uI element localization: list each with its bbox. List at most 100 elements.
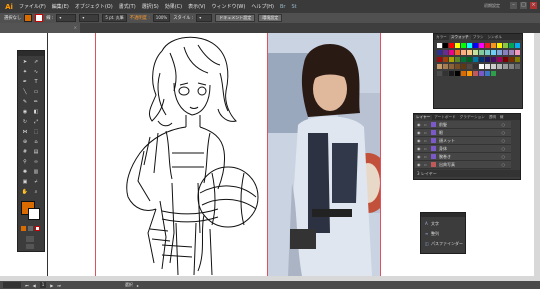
pencil-tool-icon[interactable]: ✏: [32, 98, 40, 106]
layer-name[interactable]: 身体: [439, 145, 447, 152]
artboard-tool-icon[interactable]: ▣: [21, 178, 29, 186]
color-swatch[interactable]: [437, 43, 442, 48]
restore-button[interactable]: □: [520, 2, 527, 9]
prev-page-icon[interactable]: ◀: [33, 283, 36, 288]
color-swatch[interactable]: [467, 57, 472, 62]
next-page-icon[interactable]: ▶: [50, 283, 53, 288]
quick-panels-header[interactable]: [421, 213, 465, 217]
menu-help[interactable]: ヘルプ(H): [248, 3, 277, 10]
direct-selection-tool-icon[interactable]: ⇗: [32, 58, 40, 66]
stock-icon[interactable]: St: [289, 4, 300, 10]
color-swatch[interactable]: [443, 64, 448, 69]
target-circle-icon[interactable]: ○: [502, 161, 506, 168]
tab-brushes[interactable]: ブラシ: [471, 35, 486, 40]
color-swatch[interactable]: [455, 57, 460, 62]
color-swatch[interactable]: [449, 71, 454, 76]
color-swatch[interactable]: [449, 43, 454, 48]
document-setup-button[interactable]: ドキュメント設定: [215, 14, 256, 22]
brush-definition-dropdown[interactable]: 5 pt. 丸筆: [102, 14, 127, 22]
rotate-tool-icon[interactable]: ↻: [21, 118, 29, 126]
color-swatch[interactable]: [503, 57, 508, 62]
layer-row[interactable]: ◉ ▫ 眼 ○: [415, 129, 511, 137]
none-swatch-icon[interactable]: [21, 226, 26, 231]
layer-name[interactable]: 出典写真: [439, 161, 455, 168]
color-swatch[interactable]: [479, 50, 484, 55]
no-color-icon[interactable]: [35, 226, 40, 231]
draw-mode-icon[interactable]: [26, 236, 34, 242]
eyedropper-tool-icon[interactable]: ⚲: [21, 158, 29, 166]
stroke-color-icon[interactable]: [28, 208, 40, 220]
color-swatch[interactable]: [479, 43, 484, 48]
color-swatch[interactable]: [485, 50, 490, 55]
color-swatch[interactable]: [437, 50, 442, 55]
layer-row[interactable]: ◉ ▫ 腕巻き ○: [415, 153, 511, 161]
lock-toggle-icon[interactable]: ▫: [424, 153, 427, 160]
color-swatch[interactable]: [443, 71, 448, 76]
color-swatch[interactable]: [437, 71, 442, 76]
color-swatch[interactable]: [455, 50, 460, 55]
magic-wand-tool-icon[interactable]: ✦: [21, 68, 29, 76]
tab-layers[interactable]: レイヤー: [414, 114, 433, 120]
color-swatch[interactable]: [515, 50, 520, 55]
color-swatch[interactable]: [515, 57, 520, 62]
color-swatch[interactable]: [449, 57, 454, 62]
target-circle-icon[interactable]: ○: [502, 137, 506, 144]
color-swatch[interactable]: [461, 43, 466, 48]
zoom-field[interactable]: [3, 282, 21, 288]
symbol-sprayer-tool-icon[interactable]: ✺: [21, 168, 29, 176]
lock-toggle-icon[interactable]: ▫: [424, 145, 427, 152]
lock-toggle-icon[interactable]: ▫: [424, 121, 427, 128]
menu-window[interactable]: ウィンドウ(W): [208, 3, 248, 10]
stroke-weight-dropdown[interactable]: ▾: [56, 14, 77, 22]
color-swatch[interactable]: [479, 57, 484, 62]
color-swatch[interactable]: [467, 71, 472, 76]
color-swatch[interactable]: [491, 57, 496, 62]
target-circle-icon[interactable]: ○: [502, 153, 506, 160]
reference-photo[interactable]: [268, 33, 380, 276]
color-swatch[interactable]: [479, 71, 484, 76]
color-swatch[interactable]: [461, 71, 466, 76]
color-swatch[interactable]: [485, 43, 490, 48]
tab-color[interactable]: カラー: [434, 35, 449, 40]
color-swatch[interactable]: [473, 57, 478, 62]
target-circle-icon[interactable]: ○: [502, 145, 506, 152]
color-swatch[interactable]: [437, 57, 442, 62]
layer-row[interactable]: ◉ ▫ 顔メット ○: [415, 137, 511, 145]
color-swatch[interactable]: [455, 43, 460, 48]
visibility-eye-icon[interactable]: ◉: [417, 161, 421, 168]
opacity-label[interactable]: 不透明度 :: [130, 15, 150, 21]
bridge-icon[interactable]: Br: [277, 4, 289, 10]
color-swatch[interactable]: [449, 50, 454, 55]
color-swatch[interactable]: [473, 71, 478, 76]
visibility-eye-icon[interactable]: ◉: [417, 153, 421, 160]
color-swatch[interactable]: [503, 50, 508, 55]
page-number-field[interactable]: 1: [39, 282, 47, 288]
menu-view[interactable]: 表示(V): [185, 3, 208, 10]
color-swatch[interactable]: [455, 71, 460, 76]
screen-mode-icon[interactable]: [26, 244, 34, 249]
close-tab-icon[interactable]: ×: [74, 23, 77, 33]
preferences-button[interactable]: 環境設定: [258, 14, 283, 22]
zoom-tool-icon[interactable]: ⌕: [32, 188, 40, 196]
color-swatch[interactable]: [497, 57, 502, 62]
blob-brush-tool-icon[interactable]: ◉: [21, 108, 29, 116]
color-swatch[interactable]: [455, 64, 460, 69]
tab-swatches[interactable]: スウォッチ: [448, 34, 471, 40]
tab-transparency[interactable]: 透明: [487, 115, 498, 120]
layer-name[interactable]: 眼: [439, 129, 443, 136]
color-swatch[interactable]: [461, 57, 466, 62]
blend-tool-icon[interactable]: ∞: [32, 158, 40, 166]
layer-row[interactable]: ◉ ▫ 身体 ○: [415, 145, 511, 153]
color-swatch[interactable]: [485, 57, 490, 62]
color-swatch[interactable]: [443, 50, 448, 55]
color-swatch[interactable]: [491, 64, 496, 69]
color-swatch[interactable]: [497, 50, 502, 55]
paintbrush-tool-icon[interactable]: ✎: [21, 98, 29, 106]
color-swatch[interactable]: [509, 43, 514, 48]
color-swatch[interactable]: [509, 57, 514, 62]
color-swatch[interactable]: [461, 64, 466, 69]
selection-tool-icon[interactable]: ➤: [21, 58, 29, 66]
workspace-switcher[interactable]: 初期設定: [484, 3, 500, 9]
character-panel-item[interactable]: A 文字: [425, 219, 439, 228]
layer-name[interactable]: 腕巻き: [439, 153, 451, 160]
